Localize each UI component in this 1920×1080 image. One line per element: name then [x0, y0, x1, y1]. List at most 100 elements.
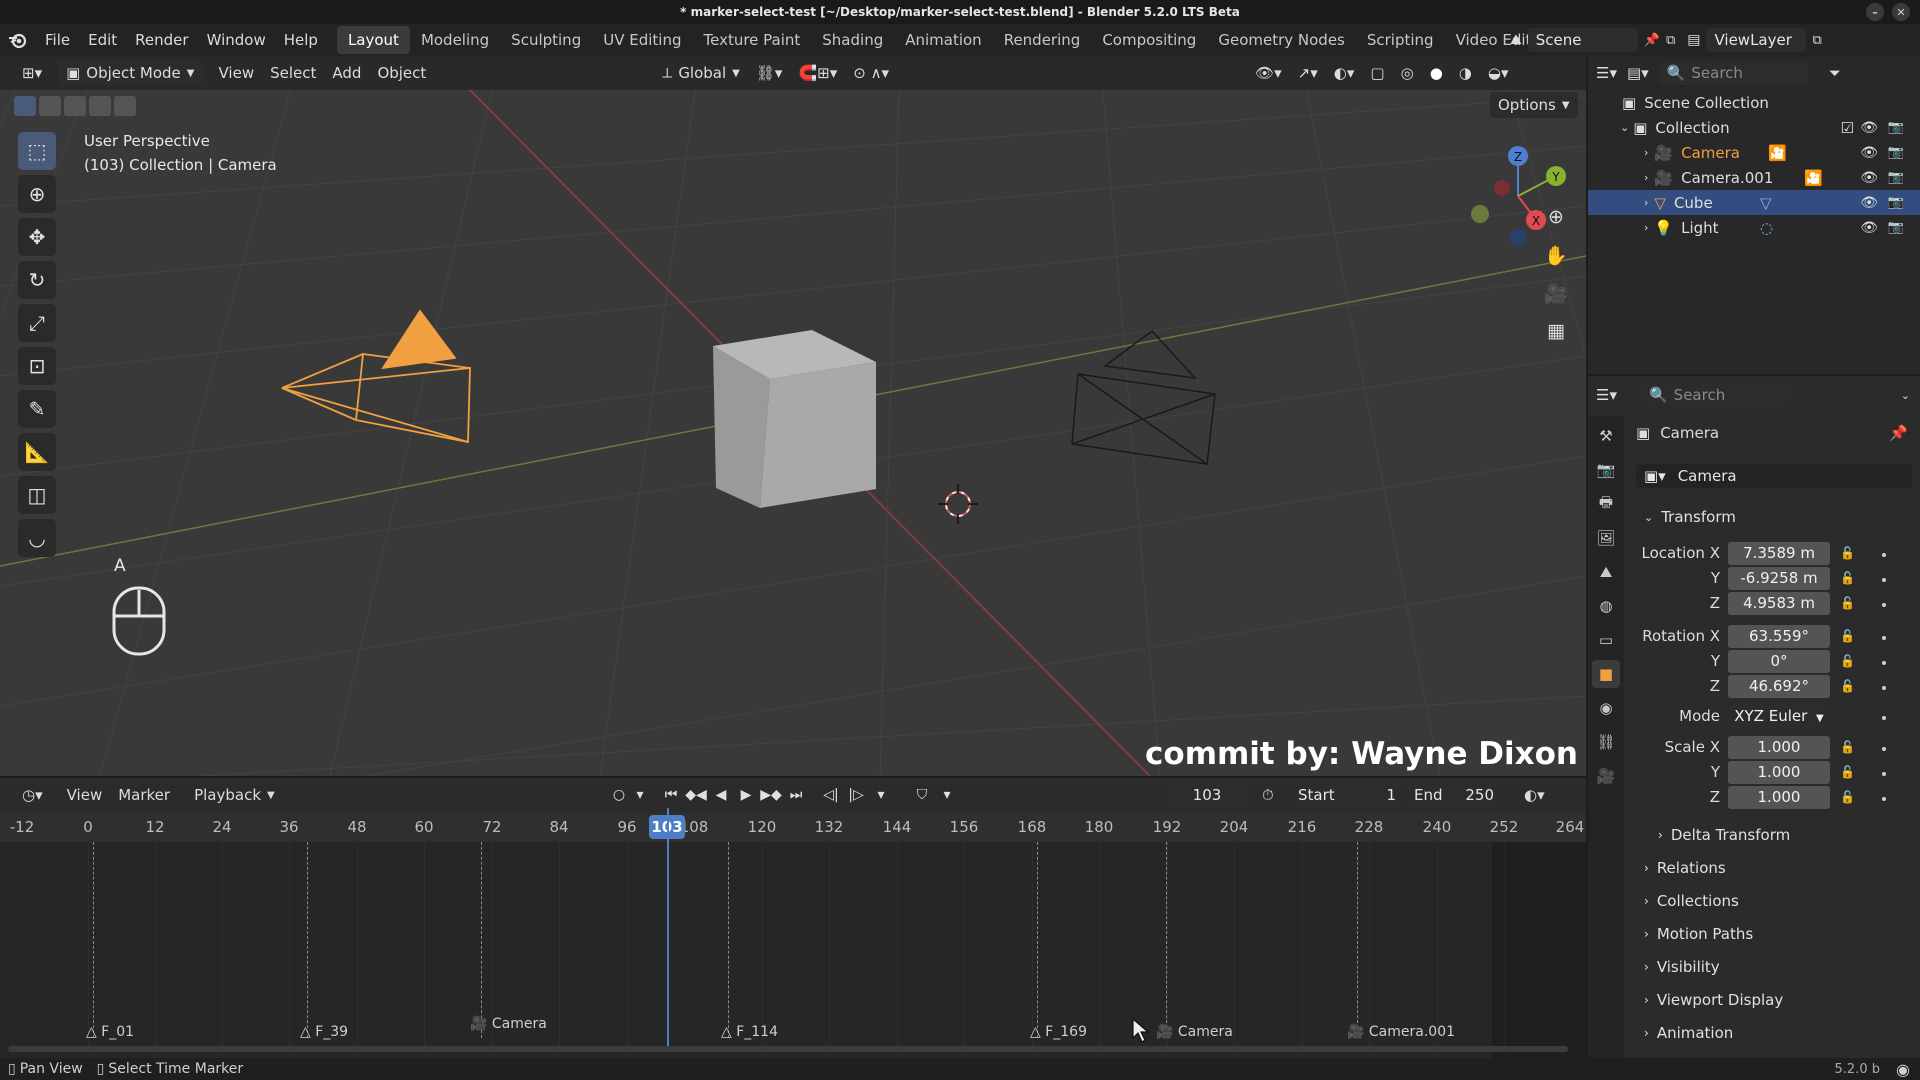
3d-cursor[interactable]: [938, 484, 978, 524]
tab-shading[interactable]: Shading: [811, 26, 894, 54]
timeline-editor[interactable]: ◷▾ View Marker Playback ▼ ○ ▾ ⏮ ◆◀ ◀ ▶ ▶…: [0, 778, 1586, 1058]
camera-view-icon[interactable]: 🎥: [1540, 282, 1572, 320]
outliner-item-camera[interactable]: › 🎥 Camera 🎦 👁 📷: [1588, 140, 1920, 165]
shear-icon[interactable]: ◡: [18, 519, 56, 557]
marker-camera-001[interactable]: 🎥 Camera.001: [1347, 1024, 1455, 1040]
play-icon[interactable]: ▶: [735, 784, 757, 806]
timeline-editor-type-icon[interactable]: ◷▾: [14, 782, 51, 808]
object-tab-icon[interactable]: ■: [1592, 660, 1620, 688]
display-mode-icon[interactable]: ▤▾: [1627, 64, 1649, 82]
rotation-x-field[interactable]: 63.559°: [1728, 625, 1830, 648]
outliner-search-field[interactable]: 🔍 Search: [1658, 61, 1809, 85]
tab-scripting[interactable]: Scripting: [1356, 26, 1445, 54]
location-z-field[interactable]: 4.9583 m: [1728, 592, 1830, 615]
transform-orientation-dropdown[interactable]: ⟂ Global ▼: [654, 60, 748, 86]
blender-logo-icon[interactable]: [0, 30, 36, 50]
end-frame-field[interactable]: End 250: [1406, 783, 1502, 807]
keying-icon[interactable]: ⛉: [911, 784, 933, 806]
output-tab-icon[interactable]: 🖶: [1592, 490, 1620, 518]
eye-icon[interactable]: 👁: [1860, 120, 1878, 136]
playhead-line[interactable]: [667, 808, 669, 1048]
light-data-icon[interactable]: ◌: [1760, 219, 1773, 237]
pivot-icon[interactable]: ⛓▾: [748, 60, 791, 86]
close-icon[interactable]: ✕: [1892, 3, 1910, 21]
menu-edit[interactable]: Edit: [79, 24, 126, 56]
transform-icon[interactable]: ⊡: [18, 347, 56, 385]
select-new-icon[interactable]: [14, 96, 36, 116]
filter-icon[interactable]: ⏷: [1829, 64, 1841, 82]
snap-icon[interactable]: 🧲⊞▾: [790, 60, 845, 86]
editor-type-icon[interactable]: ⊞▾: [14, 60, 50, 86]
scale-icon[interactable]: ⤢: [18, 304, 56, 342]
render-camera-icon[interactable]: 📷: [1888, 145, 1904, 160]
chevron-down-icon[interactable]: ▾: [936, 784, 958, 806]
pin-icon[interactable]: 📌: [1889, 424, 1908, 442]
physics-tab-icon[interactable]: ◉: [1592, 694, 1620, 722]
measure-icon[interactable]: 📐: [18, 433, 56, 471]
3d-viewport[interactable]: ⊞▾ ▣ Object Mode ▼ View Select Add Objec…: [0, 56, 1586, 776]
chevron-right-icon[interactable]: ›: [1644, 196, 1648, 209]
menu-object[interactable]: Object: [369, 60, 434, 86]
chevron-down-icon[interactable]: ▾: [870, 784, 892, 806]
render-camera-icon[interactable]: 📷: [1888, 220, 1904, 235]
zoom-icon[interactable]: ⊕: [1540, 206, 1572, 244]
select-invert-icon[interactable]: [89, 96, 111, 116]
rotate-icon[interactable]: ↻: [18, 261, 56, 299]
keyframe-dot-icon[interactable]: [1882, 553, 1886, 557]
timeline-menu-playback[interactable]: Playback ▼: [186, 782, 283, 808]
jump-start-icon[interactable]: ⏮: [660, 784, 682, 806]
next-marker-icon[interactable]: |▷: [845, 784, 867, 806]
cursor-icon[interactable]: ⊕: [18, 175, 56, 213]
minimize-icon[interactable]: –: [1866, 3, 1884, 21]
chevron-right-icon[interactable]: ›: [1644, 171, 1648, 184]
scene-selector[interactable]: Scene: [1527, 28, 1638, 52]
select-extend-icon[interactable]: [39, 96, 61, 116]
keyframe-dot-icon[interactable]: [1882, 797, 1886, 801]
properties-editor[interactable]: ☰▾ 🔍 Search ⌄ ⚒ 📷 🖶 🖼 ⛰ ◍ ▭ ■ ◉ ⛓ 🎥 ▣ Ca…: [1588, 376, 1920, 1058]
tab-sculpting[interactable]: Sculpting: [500, 26, 592, 54]
keyframe-dot-icon[interactable]: [1882, 772, 1886, 776]
marker-camera[interactable]: 🎥 Camera: [470, 1016, 547, 1032]
timeline-body[interactable]: △ F_01 △ F_39 🎥 Camera △ F_114 △ F_169 🎥…: [0, 808, 1586, 1058]
play-reverse-icon[interactable]: ◀: [710, 784, 732, 806]
start-frame-field[interactable]: Start 1: [1290, 783, 1404, 807]
delta-transform-header[interactable]: › Delta Transform: [1652, 822, 1912, 848]
gizmo-neg-x-icon[interactable]: [1494, 180, 1510, 196]
properties-search-field[interactable]: 🔍 Search: [1640, 383, 1791, 407]
tab-layout[interactable]: Layout: [336, 26, 410, 54]
tab-rendering[interactable]: Rendering: [993, 26, 1092, 54]
viewport-display-panel-header[interactable]: › Viewport Display: [1636, 987, 1912, 1013]
lock-icon[interactable]: 🔓: [1840, 654, 1855, 668]
add-cube-icon[interactable]: ◫: [18, 476, 56, 514]
tab-geometry-nodes[interactable]: Geometry Nodes: [1207, 26, 1356, 54]
outliner-item-cube[interactable]: › ▽ Cube ▽ 👁 📷: [1588, 190, 1920, 215]
rotation-z-field[interactable]: 46.692°: [1728, 675, 1830, 698]
lock-icon[interactable]: 🔓: [1840, 571, 1855, 585]
camera-data-tab-icon[interactable]: 🎥: [1592, 762, 1620, 790]
location-y-field[interactable]: -6.9258 m: [1728, 567, 1830, 590]
object-datablock-field[interactable]: ▣▾ Camera: [1636, 464, 1912, 488]
tab-animation[interactable]: Animation: [894, 26, 992, 54]
lock-icon[interactable]: 🔓: [1840, 629, 1855, 643]
jump-end-icon[interactable]: ⏭: [785, 784, 807, 806]
mesh-data-icon[interactable]: ▽: [1760, 194, 1772, 212]
location-x-field[interactable]: 7.3589 m: [1728, 542, 1830, 565]
gizmo-neg-z-icon[interactable]: [1509, 229, 1527, 247]
marker-f01[interactable]: △ F_01: [86, 1024, 134, 1040]
visibility-icon[interactable]: 👁▾: [1247, 60, 1290, 86]
select-intersect-icon[interactable]: [114, 96, 136, 116]
timeline-menu-view[interactable]: View: [59, 782, 111, 808]
eye-icon[interactable]: 👁: [1860, 195, 1878, 211]
xray-icon[interactable]: ▢: [1362, 60, 1392, 86]
lock-icon[interactable]: 🔓: [1840, 740, 1855, 754]
lock-icon[interactable]: 🔓: [1840, 679, 1855, 693]
timeline-overlay-icon[interactable]: ◐▾: [1516, 782, 1553, 808]
chevron-down-icon[interactable]: ⌄: [1620, 121, 1629, 134]
chevron-down-icon[interactable]: ⌄: [1901, 389, 1910, 402]
keyframe-dot-icon[interactable]: [1882, 716, 1886, 720]
viewlayer-selector[interactable]: ViewLayer: [1706, 28, 1807, 52]
render-camera-icon[interactable]: 📷: [1888, 120, 1904, 135]
prev-marker-icon[interactable]: ◁|: [820, 784, 842, 806]
view-layer-tab-icon[interactable]: 🖼: [1592, 524, 1620, 552]
outliner-editor-type-icon[interactable]: ☰▾: [1596, 64, 1617, 82]
